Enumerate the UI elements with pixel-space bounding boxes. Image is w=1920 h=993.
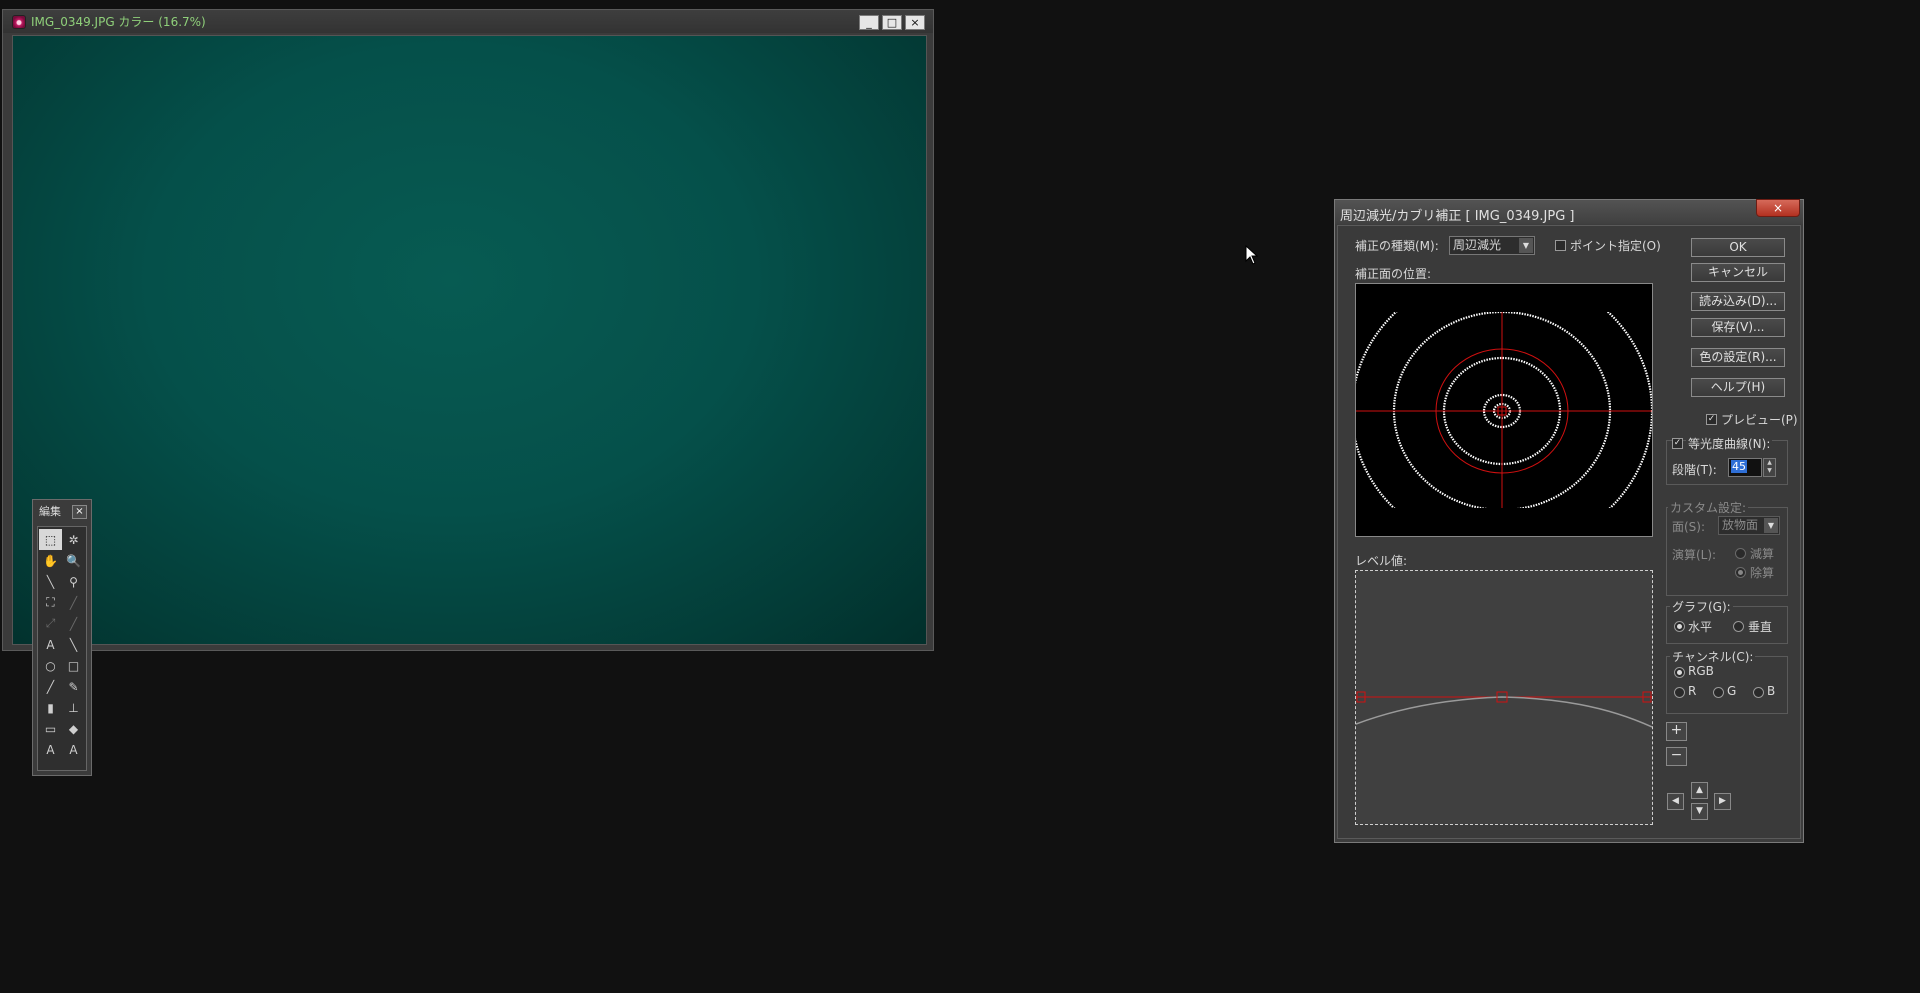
graph-label: グラフ(G):	[1670, 598, 1733, 615]
chevron-down-icon: ▼	[1764, 518, 1778, 533]
point-spec-checkbox[interactable]	[1555, 240, 1566, 251]
level-graph-curve-icon	[1355, 691, 1653, 728]
steps-value: 45	[1731, 460, 1747, 473]
ellipse-tool-icon[interactable]: ○	[39, 655, 62, 676]
gradient-tool-icon[interactable]: ▭	[39, 718, 62, 739]
save-button[interactable]: 保存(V)...	[1691, 318, 1785, 337]
edit-toolbox[interactable]: 編集 × ⬚ ✲ ✋ 🔍 ╲ ⚲ ⛶ ╱ ⤢ ╱ A ╲ ○ □ ╱ ✎ ▮ ⊥ ▭ ◆ A A	[32, 499, 92, 776]
vertical-label: 垂直	[1748, 620, 1773, 634]
isophote-checkbox[interactable]: ✓	[1672, 438, 1683, 449]
steps-label: 段階(T):	[1672, 463, 1717, 477]
isophote-curves-icon	[1268, 187, 1736, 635]
level-value-label: レベル値:	[1355, 554, 1408, 568]
vertical-radio[interactable]	[1733, 621, 1744, 632]
arrow-down-button[interactable]: ▼	[1691, 803, 1708, 820]
image-window[interactable]: IMG_0349.JPG カラー (16.7%) _ □ ×	[2, 9, 934, 651]
rectangle-tool-icon[interactable]: □	[62, 655, 85, 676]
r-label: R	[1688, 684, 1697, 698]
maximize-button[interactable]: □	[882, 15, 902, 30]
minimize-button[interactable]: _	[859, 15, 879, 30]
app-icon	[12, 14, 26, 29]
toolbox-title: 編集	[39, 505, 61, 518]
tool-grid: ⬚ ✲ ✋ 🔍 ╲ ⚲ ⛶ ╱ ⤢ ╱ A ╲ ○ □ ╱ ✎ ▮ ⊥ ▭ ◆ A A	[37, 526, 87, 771]
divide-label: 除算	[1750, 566, 1775, 580]
horizontal-label: 水平	[1688, 620, 1713, 634]
close-button[interactable]: ×	[905, 15, 925, 30]
preview-label: プレビュー(P)	[1721, 413, 1798, 427]
custom-settings-label: カスタム設定:	[1668, 499, 1749, 516]
plane-position-label: 補正面の位置:	[1355, 267, 1432, 281]
g-label: G	[1727, 684, 1737, 698]
surface-value: 放物面	[1722, 518, 1759, 532]
line-tool-icon[interactable]: ╲	[62, 634, 85, 655]
help-button[interactable]: ヘルプ(H)	[1691, 378, 1785, 397]
preview-checkbox[interactable]: ✓	[1706, 414, 1717, 425]
image-canvas[interactable]	[12, 35, 927, 645]
subtract-label: 減算	[1750, 547, 1775, 561]
zoom-tool-icon[interactable]: 🔍	[62, 550, 85, 571]
isophote-label: 等光度曲線(N):	[1686, 435, 1773, 452]
image-window-title: IMG_0349.JPG カラー (16.7%)	[31, 15, 206, 29]
measure-tool-icon[interactable]: ╱	[62, 592, 85, 613]
add-point-button[interactable]: +	[1666, 722, 1687, 741]
ok-button[interactable]: OK	[1691, 238, 1785, 257]
subtract-radio[interactable]	[1735, 548, 1746, 559]
vignette-correction-dialog[interactable]: 周辺減光/カブリ補正 [ IMG_0349.JPG ] × 補正の種類(M): …	[1268, 187, 1804, 843]
eraser-tool-icon[interactable]: ▮	[39, 697, 62, 718]
steps-spinner[interactable]: ▲ ▼	[1763, 458, 1776, 477]
steps-input[interactable]: 45	[1728, 458, 1762, 477]
horizontal-radio[interactable]	[1674, 621, 1685, 632]
arrow-right-button[interactable]: ▶	[1714, 793, 1731, 810]
level-graph[interactable]	[1355, 570, 1653, 825]
operation-label: 演算(L):	[1672, 548, 1717, 562]
dialog-titlebar[interactable]: 周辺減光/カブリ補正 [ IMG_0349.JPG ] ×	[1335, 199, 1803, 224]
correction-type-value: 周辺減光	[1453, 238, 1502, 252]
load-button[interactable]: 読み込み(D)...	[1691, 292, 1785, 311]
text-tool-icon[interactable]: A	[39, 634, 62, 655]
dialog-close-button[interactable]: ×	[1756, 199, 1800, 217]
brush-tool-icon[interactable]: ╱	[39, 676, 62, 697]
hand-tool-icon[interactable]: ✋	[39, 550, 62, 571]
channel-label: チャンネル(C):	[1670, 648, 1756, 665]
eyedropper-tool-icon[interactable]: ╲	[39, 571, 62, 592]
g-radio[interactable]	[1713, 687, 1724, 698]
correction-type-label: 補正の種類(M):	[1355, 239, 1439, 253]
color-settings-button[interactable]: 色の設定(R)...	[1691, 348, 1785, 367]
text-a-tool-icon[interactable]: A	[39, 739, 62, 760]
point-spec-label: ポイント指定(O)	[1570, 239, 1661, 253]
rgb-label: RGB	[1688, 664, 1714, 678]
mouse-cursor-icon	[1245, 245, 1259, 265]
b-label: B	[1767, 684, 1776, 698]
crop-tool-icon[interactable]: ⛶	[39, 592, 62, 613]
cancel-button[interactable]: キャンセル	[1691, 263, 1785, 282]
correction-plane-preview[interactable]	[1268, 187, 1736, 635]
surface-select[interactable]: 放物面 ▼	[1718, 516, 1780, 535]
arrow-up-button[interactable]: ▲	[1691, 782, 1708, 799]
color-picker-tool-icon[interactable]: ⚲	[62, 571, 85, 592]
r-radio[interactable]	[1674, 687, 1685, 698]
arrow-left-button[interactable]: ◀	[1667, 793, 1684, 810]
magic-wand-tool-icon[interactable]: ✲	[62, 529, 85, 550]
airbrush-tool-icon[interactable]: ✎	[62, 676, 85, 697]
rect-select-tool-icon[interactable]: ⬚	[39, 529, 62, 550]
b-radio[interactable]	[1753, 687, 1764, 698]
pen-tool-icon[interactable]: ╱	[62, 613, 85, 634]
fill-tool-icon[interactable]: ◆	[62, 718, 85, 739]
toolbox-close-button[interactable]: ×	[72, 505, 87, 519]
transform-tool-icon[interactable]: ⤢	[39, 613, 62, 634]
correction-type-select[interactable]: 周辺減光 ▼	[1449, 236, 1535, 255]
divide-radio[interactable]	[1735, 567, 1746, 578]
dialog-title: 周辺減光/カブリ補正 [ IMG_0349.JPG ]	[1340, 209, 1575, 224]
rgb-radio[interactable]	[1674, 667, 1685, 678]
stamp-tool-icon[interactable]: ⊥	[62, 697, 85, 718]
image-window-titlebar[interactable]: IMG_0349.JPG カラー (16.7%) _ □ ×	[3, 10, 933, 33]
chevron-down-icon: ▼	[1519, 238, 1533, 253]
text-a2-tool-icon[interactable]: A	[62, 739, 85, 760]
remove-point-button[interactable]: −	[1666, 747, 1687, 766]
surface-label: 面(S):	[1672, 520, 1706, 534]
